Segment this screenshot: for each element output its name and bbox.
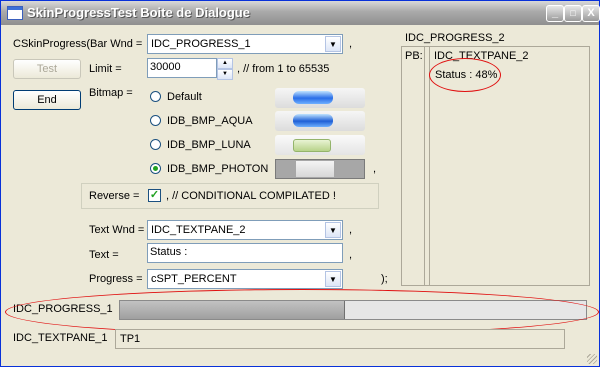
resize-grip-icon[interactable] [587,354,597,364]
bar-wnd-suffix: , [349,38,353,50]
progress2-label: IDC_PROGRESS_2 [405,32,505,44]
limit-label: Limit = [89,63,122,75]
chevron-down-icon[interactable]: ▼ [325,271,341,287]
text-wnd-label: Text Wnd = [89,224,145,236]
text-wnd-value: IDC_TEXTPANE_2 [151,224,246,236]
test-button[interactable]: Test [13,59,81,79]
radio-luna-label: IDB_BMP_LUNA [167,139,251,151]
text-field[interactable] [147,243,343,263]
progress-value: cSPT_PERCENT [151,273,237,285]
window-icon [7,6,23,20]
highlight-ellipse-status [429,58,501,92]
bitmap-preview-photon [275,159,365,179]
bitmap-preview-luna [275,135,365,155]
reverse-comment: , // CONDITIONAL COMPILATED ! [166,190,336,202]
reverse-label: Reverse = [89,190,140,202]
bar-wnd-combo[interactable]: IDC_PROGRESS_1 ▼ [147,34,343,54]
textpane1: TP1 [115,329,565,349]
pb-label: PB: [405,50,423,62]
spin-down-icon[interactable]: ▼ [217,69,233,80]
radio-photon-label: IDB_BMP_PHOTON [167,163,269,175]
bitmap-preview-aqua [275,111,365,131]
limit-field[interactable] [147,58,217,78]
radio-aqua-label: IDB_BMP_AQUA [167,115,253,127]
close-button[interactable]: X [582,5,600,22]
spin-up-icon[interactable]: ▲ [217,58,233,69]
maximize-button[interactable]: □ [564,5,582,22]
minimize-button[interactable]: _ [546,5,564,22]
bar-wnd-label: CSkinProgress(Bar Wnd = [13,38,143,50]
radio-luna[interactable] [150,139,161,150]
bitmap-suffix: , [373,163,377,175]
progress-suffix: ); [381,273,388,285]
bar-wnd-value: IDC_PROGRESS_1 [151,38,251,50]
progress-label: Progress = [89,273,143,285]
end-button[interactable]: End [13,90,81,110]
text-wnd-combo[interactable]: IDC_TEXTPANE_2 ▼ [147,220,343,240]
textpane1-label: IDC_TEXTPANE_1 [13,332,108,344]
bitmap-preview-default [275,88,365,108]
text-suffix: , [349,249,353,261]
pb-pane [401,46,425,286]
limit-comment: , // from 1 to 65535 [237,63,330,75]
radio-aqua[interactable] [150,115,161,126]
text-wnd-suffix: , [349,224,353,236]
limit-input[interactable] [150,61,212,73]
text-input[interactable] [150,246,325,258]
radio-photon[interactable] [150,163,161,174]
chevron-down-icon[interactable]: ▼ [325,222,341,238]
title-bar[interactable]: SkinProgressTest Boite de Dialogue _ □ X [1,1,600,25]
radio-default-label: Default [167,91,202,103]
textpane1-value: TP1 [120,333,141,345]
chevron-down-icon[interactable]: ▼ [325,36,341,52]
dialog-window: SkinProgressTest Boite de Dialogue _ □ X… [0,0,600,367]
reverse-checkbox[interactable]: ✓ [148,189,161,202]
window-title: SkinProgressTest Boite de Dialogue [27,5,250,20]
limit-spinner[interactable]: ▲ ▼ [217,58,233,80]
progress-combo[interactable]: cSPT_PERCENT ▼ [147,269,343,289]
radio-default[interactable] [150,91,161,102]
bitmap-label: Bitmap = [89,87,133,99]
text-label: Text = [89,249,119,261]
